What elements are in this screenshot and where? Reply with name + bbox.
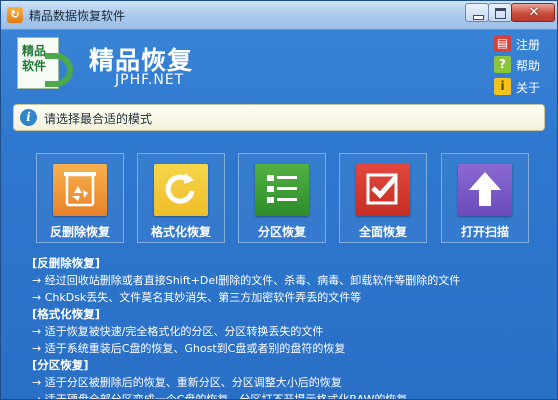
window-title: 精品数据恢复软件: [29, 9, 126, 23]
info-text: 请选择最合适的模式: [44, 112, 153, 126]
format-description-heading: [格式化恢复]: [32, 307, 101, 321]
checkmark-icon: [356, 164, 410, 216]
register-icon: ▤: [494, 35, 511, 52]
format-recovery-label: 格式化恢复: [150, 225, 211, 239]
about-icon: i: [494, 78, 511, 95]
full-recovery-label: 全面恢复: [358, 225, 407, 239]
partition-recovery-label: 分区恢复: [257, 225, 306, 239]
app-logo: 精品软件: [17, 37, 73, 93]
minimize-button[interactable]: [465, 3, 489, 22]
about-label: 关于: [516, 81, 541, 95]
description-line: → 适于硬盘全部分区变成一个C盘的恢复、分区打不开提示格式化RAW的恢复: [32, 393, 408, 400]
description-line: → 适于系统重装后C盘的恢复、Ghost到C盘或者别的盘符的恢复: [32, 342, 346, 355]
info-icon: i: [20, 109, 37, 126]
app-icon: ↻: [7, 7, 23, 23]
brand-site: JPHF.NET: [115, 72, 185, 88]
undelete-recovery-button[interactable]: 反删除恢复: [36, 153, 124, 243]
minimize-icon: [473, 15, 484, 20]
open-scan-label: 打开扫描: [460, 225, 509, 239]
open-scan-button[interactable]: 打开扫描: [441, 153, 529, 243]
description-line: → ChkDsk丢失、文件莫名其妙消失、第三方加密软件弄丢的文件等: [32, 291, 362, 304]
undelete-recovery-label: 反删除恢复: [49, 225, 110, 239]
description-line: → 经过回收站删除或者直接Shift+Del删除的文件、杀毒、病毒、卸载软件等删…: [32, 274, 461, 287]
format-icon: [154, 164, 208, 216]
help-icon: ?: [494, 56, 511, 73]
maximize-icon: [495, 8, 506, 19]
partition-description-heading: [分区恢复]: [32, 358, 89, 372]
full-recovery-button[interactable]: 全面恢复: [339, 153, 427, 243]
info-bar: i 请选择最合适的模式: [13, 104, 545, 131]
format-recovery-button[interactable]: 格式化恢复: [137, 153, 225, 243]
logo-arrow-icon: [45, 53, 73, 87]
undelete-description-heading: [反删除恢复]: [32, 256, 101, 270]
upload-arrow-icon: [458, 164, 512, 216]
recycle-icon: [53, 164, 107, 216]
description-line: → 适于恢复被快速/完全格式化的分区、分区转换丢失的文件: [32, 325, 324, 338]
close-icon: ✕: [528, 5, 540, 20]
description-line: → 适于分区被删除后的恢复、重新分区、分区调整大小后的恢复: [32, 376, 342, 389]
main-window: ↻ 精品数据恢复软件 ✕ 精品软件 精品恢复 JPHF.NET ▤ 注册 ? 帮…: [0, 0, 558, 400]
close-button[interactable]: ✕: [511, 3, 555, 22]
register-label: 注册: [516, 38, 541, 52]
maximize-button[interactable]: [488, 3, 512, 22]
mode-descriptions: [反删除恢复] → 经过回收站删除或者直接Shift+Del删除的文件、杀毒、病…: [32, 255, 552, 400]
partition-recovery-button[interactable]: 分区恢复: [238, 153, 326, 243]
partition-list-icon: [255, 164, 309, 216]
help-label: 帮助: [516, 59, 541, 73]
title-bar[interactable]: ↻ 精品数据恢复软件 ✕: [1, 1, 557, 30]
